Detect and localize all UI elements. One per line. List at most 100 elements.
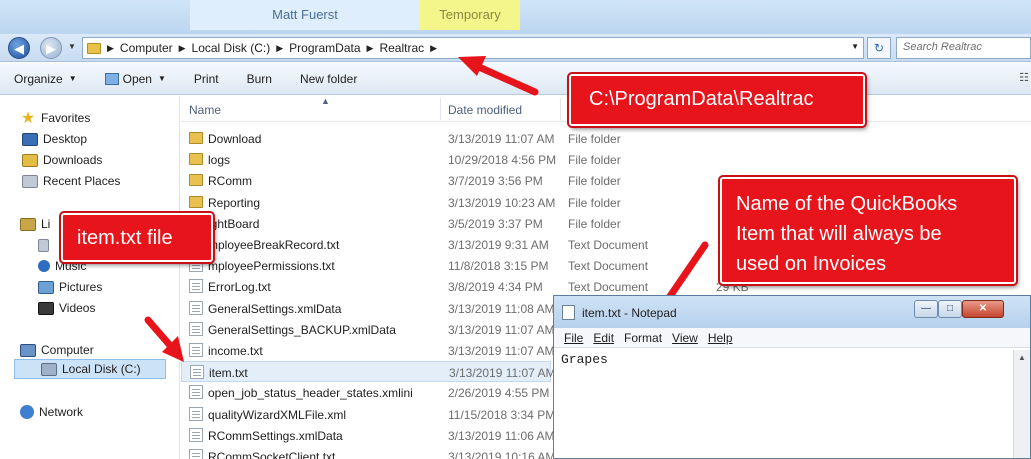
open-button[interactable]: Open ▼ [104,72,166,86]
notepad-title-bar[interactable]: item.txt - Notepad — □ ✕ [554,296,1030,328]
burn-button[interactable]: Burn [247,72,272,86]
callout-quickbooks-item: Name of the QuickBooks Item that will al… [720,177,1016,284]
back-icon[interactable]: ◀ [8,37,30,59]
file-type: File folder [568,153,621,168]
sidebar-item-computer[interactable]: Computer [20,340,94,360]
command-toolbar: Organize ▼ Open ▼ Print Burn New folder ☷ [0,63,1031,95]
file-name: item.txt [209,366,248,381]
file-row[interactable]: Download 3/13/2019 11:07 AM File folder [181,128,1031,149]
star-icon: ★ [20,110,36,127]
sort-arrow-icon: ▲ [321,96,330,106]
file-name: GeneralSettings.xmlData [208,301,342,316]
text-file-icon [189,406,203,421]
address-bar-row: ◀ ▶ ▼ ▶ Computer ▶ Local Disk (C:) ▶ Pro… [0,34,1031,62]
sidebar-item-recent-places[interactable]: Recent Places [22,171,120,191]
file-name: RComm [208,174,252,189]
breadcrumb-computer[interactable]: Computer [120,41,173,55]
callout-path: C:\ProgramData\Realtrac [569,74,865,126]
sidebar-label: Local Disk (C:) [62,362,141,376]
column-divider[interactable] [560,98,561,120]
sidebar-label: Computer [41,343,94,357]
chevron-down-icon: ▼ [157,74,166,83]
sidebar-item-favorites[interactable]: ★ Favorites [20,108,91,128]
breadcrumb-separator-icon[interactable]: ▶ [179,43,186,54]
file-row[interactable]: logs 10/29/2018 4:56 PM File folder [181,149,1031,170]
breadcrumb-separator-icon[interactable]: ▶ [367,43,374,54]
minimize-button[interactable]: — [914,300,938,318]
pictures-icon [38,280,54,294]
file-date: 2/26/2019 4:55 PM [448,386,550,401]
folder-icon [189,153,203,166]
computer-icon [20,343,36,357]
search-input[interactable]: Search Realtrac [896,37,1031,59]
file-type: Text Document [568,259,649,274]
file-row[interactable]: item.txt 3/13/2019 11:07 AM [181,361,556,383]
sidebar-label: Network [39,405,84,419]
breadcrumb-separator-icon[interactable]: ▶ [276,43,283,54]
scroll-up-icon[interactable]: ▲ [1018,353,1026,362]
menu-edit[interactable]: Edit [593,331,614,345]
file-name: GeneralSettings_BACKUP.xmlData [208,322,396,337]
notepad-title: item.txt - Notepad [582,306,677,320]
sidebar-item-network[interactable]: Network [20,402,83,422]
forward-icon[interactable]: ▶ [40,37,62,59]
file-date: 3/13/2019 11:07 AM [448,344,555,358]
sidebar-label: Pictures [59,280,103,294]
file-date: 3/13/2019 11:07 AM [448,132,555,146]
breadcrumb-separator-icon[interactable]: ▶ [107,43,114,54]
refresh-icon[interactable]: ↻ [867,37,891,59]
navigation-pane: ★ Favorites Desktop Downloads Recent Plac… [0,96,180,459]
column-header-name[interactable]: Name [189,103,221,117]
menu-file[interactable]: File [564,331,583,345]
menu-format[interactable]: Format [624,331,662,345]
file-name: ErrorLog.txt [208,280,271,295]
file-name: mployeePermissions.txt [208,259,335,274]
file-date: 3/13/2019 11:08 AM [448,301,555,316]
notepad-icon [562,305,575,320]
print-button[interactable]: Print [194,72,219,86]
sidebar-item-desktop[interactable]: Desktop [22,129,87,149]
file-name: ightBoard [208,216,260,231]
address-dropdown-icon[interactable]: ▼ [851,42,859,51]
sidebar-item-libraries[interactable]: Li [20,214,50,234]
folder-icon [189,132,203,144]
file-date: 3/5/2019 3:37 PM [448,216,543,231]
views-icon[interactable]: ☷ [1019,71,1029,84]
sidebar-item-local-disk[interactable]: Local Disk (C:) [14,359,166,379]
notepad-window: item.txt - Notepad — □ ✕ File Edit Forma… [553,295,1031,459]
breadcrumb-programdata[interactable]: ProgramData [289,41,360,55]
file-date: 3/13/2019 11:06 AM [448,428,555,443]
file-name: Download [208,132,262,146]
sidebar-item-documents[interactable] [38,235,54,255]
close-button[interactable]: ✕ [962,300,1004,318]
callout-item-file: item.txt file [61,213,213,262]
sidebar-item-pictures[interactable]: Pictures [38,277,102,297]
maximize-button[interactable]: □ [938,300,962,318]
breadcrumb-separator-icon[interactable]: ▶ [430,43,437,54]
file-date: 3/13/2019 10:16 AM [448,450,556,459]
screenshot: Matt Fuerst Temporary ◀ ▶ ▼ ▶ Computer ▶… [0,0,1031,459]
sidebar-item-videos[interactable]: Videos [38,298,95,318]
open-icon [104,72,119,85]
file-name: RCommSocketClient.txt [208,450,336,459]
sidebar-label: Favorites [41,111,91,125]
organize-button[interactable]: Organize ▼ [14,72,77,86]
menu-view[interactable]: View [672,331,698,345]
column-header-date[interactable]: Date modified [448,103,522,117]
file-date: 3/13/2019 9:31 AM [448,238,549,252]
network-icon [20,405,34,419]
vertical-scrollbar[interactable]: ▲ [1013,350,1030,458]
music-icon [38,260,50,272]
notepad-text-area[interactable]: Grapes [557,350,1012,458]
recent-pages-dropdown-icon[interactable]: ▼ [68,42,76,51]
breadcrumb-realtrac[interactable]: Realtrac [379,41,424,55]
new-folder-button[interactable]: New folder [300,72,357,86]
column-divider[interactable] [440,98,441,120]
sidebar-item-downloads[interactable]: Downloads [22,150,102,170]
file-name: income.txt [208,344,263,358]
libraries-icon [20,217,36,231]
callout-line: Item that will always be [736,223,942,245]
breadcrumb-local-disk[interactable]: Local Disk (C:) [192,41,271,55]
menu-help[interactable]: Help [708,331,733,345]
address-bar[interactable]: ▶ Computer ▶ Local Disk (C:) ▶ ProgramDa… [82,37,864,59]
